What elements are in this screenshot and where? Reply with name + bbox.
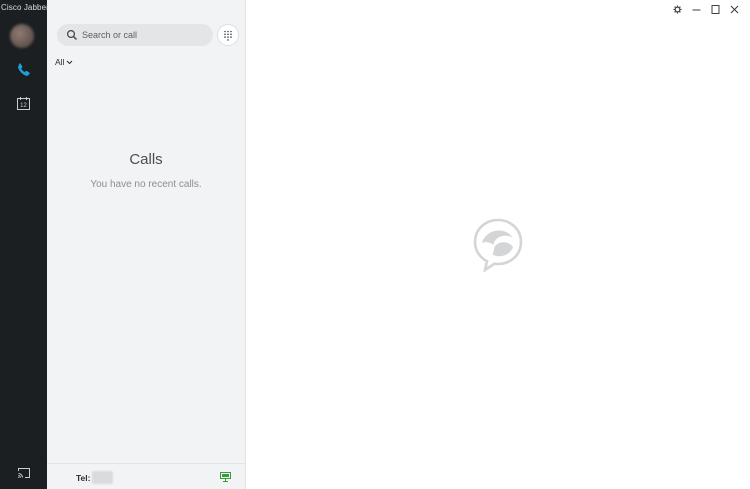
- footer: Tel:: [47, 463, 245, 489]
- main-content: [246, 0, 750, 489]
- tel-label: Tel:: [76, 473, 91, 483]
- calls-panel: All Calls You have no recent calls. Tel:: [47, 0, 246, 489]
- search-input[interactable]: [82, 30, 202, 40]
- close-button[interactable]: [725, 3, 744, 15]
- calls-filter-dropdown[interactable]: All: [55, 57, 73, 67]
- maximize-button[interactable]: [706, 3, 725, 15]
- phone-icon: [17, 63, 30, 76]
- cast-screen-icon: [17, 468, 30, 478]
- rail-item-calls[interactable]: [0, 56, 47, 84]
- avatar[interactable]: [10, 24, 34, 48]
- chevron-down-icon: [67, 60, 73, 64]
- app-title: Cisco Jabber: [1, 3, 49, 12]
- search-icon: [66, 29, 77, 40]
- search-bar: [57, 24, 213, 46]
- minimize-icon: [692, 9, 701, 10]
- navigation-rail: Cisco Jabber 12: [0, 0, 49, 489]
- tel-number-redacted: [92, 471, 113, 484]
- minimize-button[interactable]: [687, 3, 706, 15]
- window-controls: [668, 3, 744, 15]
- gear-icon: [673, 4, 682, 14]
- settings-button[interactable]: [668, 3, 687, 15]
- calendar-icon: 12: [17, 96, 30, 110]
- dialpad-icon: [224, 30, 232, 41]
- calendar-day: 12: [20, 103, 27, 109]
- jabber-logo-icon: [473, 218, 523, 272]
- filter-label: All: [55, 57, 65, 67]
- close-icon: [730, 5, 739, 13]
- rail-item-meetings[interactable]: 12: [0, 89, 47, 117]
- desk-phone-device-icon[interactable]: [220, 472, 231, 482]
- maximize-icon: [711, 4, 720, 14]
- empty-calls-message: You have no recent calls.: [90, 179, 202, 190]
- share-screen-button[interactable]: [0, 459, 47, 487]
- calls-title: Calls: [129, 151, 163, 168]
- dialpad-button[interactable]: [217, 24, 239, 46]
